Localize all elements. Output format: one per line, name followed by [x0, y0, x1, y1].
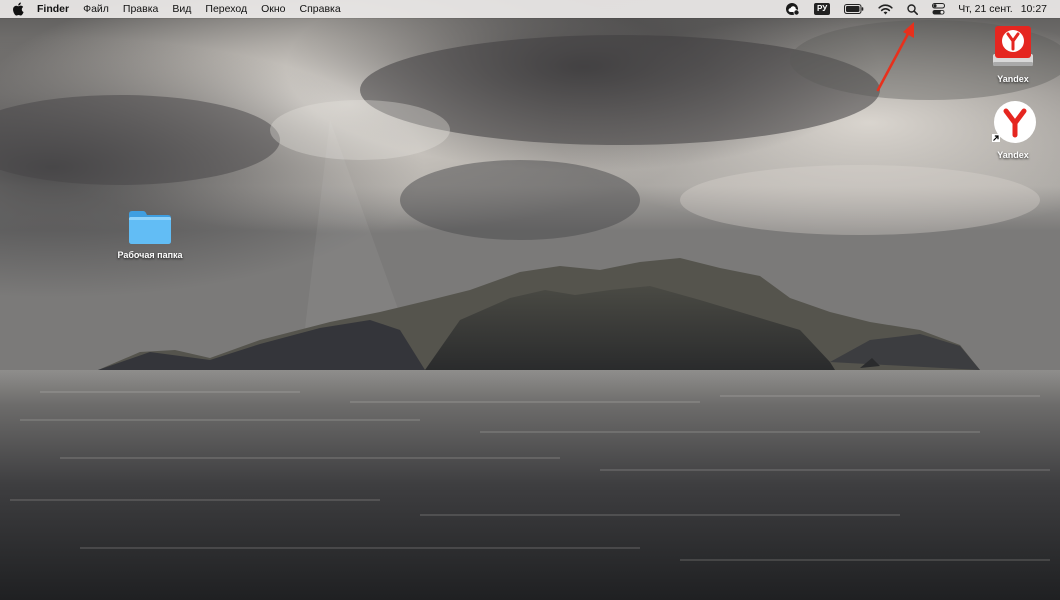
annotation-arrow — [876, 22, 914, 92]
apple-logo-icon[interactable] — [12, 2, 24, 16]
menu-help[interactable]: Справка — [293, 0, 348, 18]
menu-edit[interactable]: Правка — [116, 0, 165, 18]
yandex-disk-image-icon — [993, 26, 1033, 66]
menu-app-finder[interactable]: Finder — [30, 0, 76, 18]
menu-view[interactable]: Вид — [165, 0, 198, 18]
battery-icon[interactable] — [844, 0, 864, 18]
creative-cloud-icon[interactable] — [785, 0, 800, 18]
wifi-icon[interactable] — [878, 0, 893, 18]
menu-window[interactable]: Окно — [254, 0, 292, 18]
control-center-icon[interactable] — [932, 0, 946, 18]
input-source-indicator[interactable]: РУ — [813, 0, 831, 18]
menu-bar-clock[interactable]: Чт, 21 сент. 10:27 — [952, 3, 1047, 15]
menu-bar: Finder Файл Правка Вид Переход Окно Спра… — [0, 0, 1060, 18]
spotlight-search-icon[interactable] — [907, 0, 919, 18]
clock-date: Чт, 21 сент. — [958, 3, 1013, 15]
folder-icon — [129, 211, 171, 244]
desktop-yandex-alias[interactable]: Yandex — [982, 100, 1044, 160]
desktop-folder[interactable]: Рабочая папка — [112, 208, 188, 260]
desktop-disk-label: Yandex — [997, 74, 1029, 84]
menu-file[interactable]: Файл — [76, 0, 116, 18]
desktop-app-label: Yandex — [997, 150, 1029, 160]
menu-go[interactable]: Переход — [198, 0, 254, 18]
yandex-browser-icon — [992, 101, 1036, 143]
clock-time: 10:27 — [1020, 3, 1047, 15]
desktop-folder-label: Рабочая папка — [117, 250, 183, 260]
input-source-label: РУ — [813, 3, 831, 15]
desktop-yandex-disk-image[interactable]: Yandex — [982, 24, 1044, 84]
alias-arrow-icon — [992, 134, 1000, 142]
